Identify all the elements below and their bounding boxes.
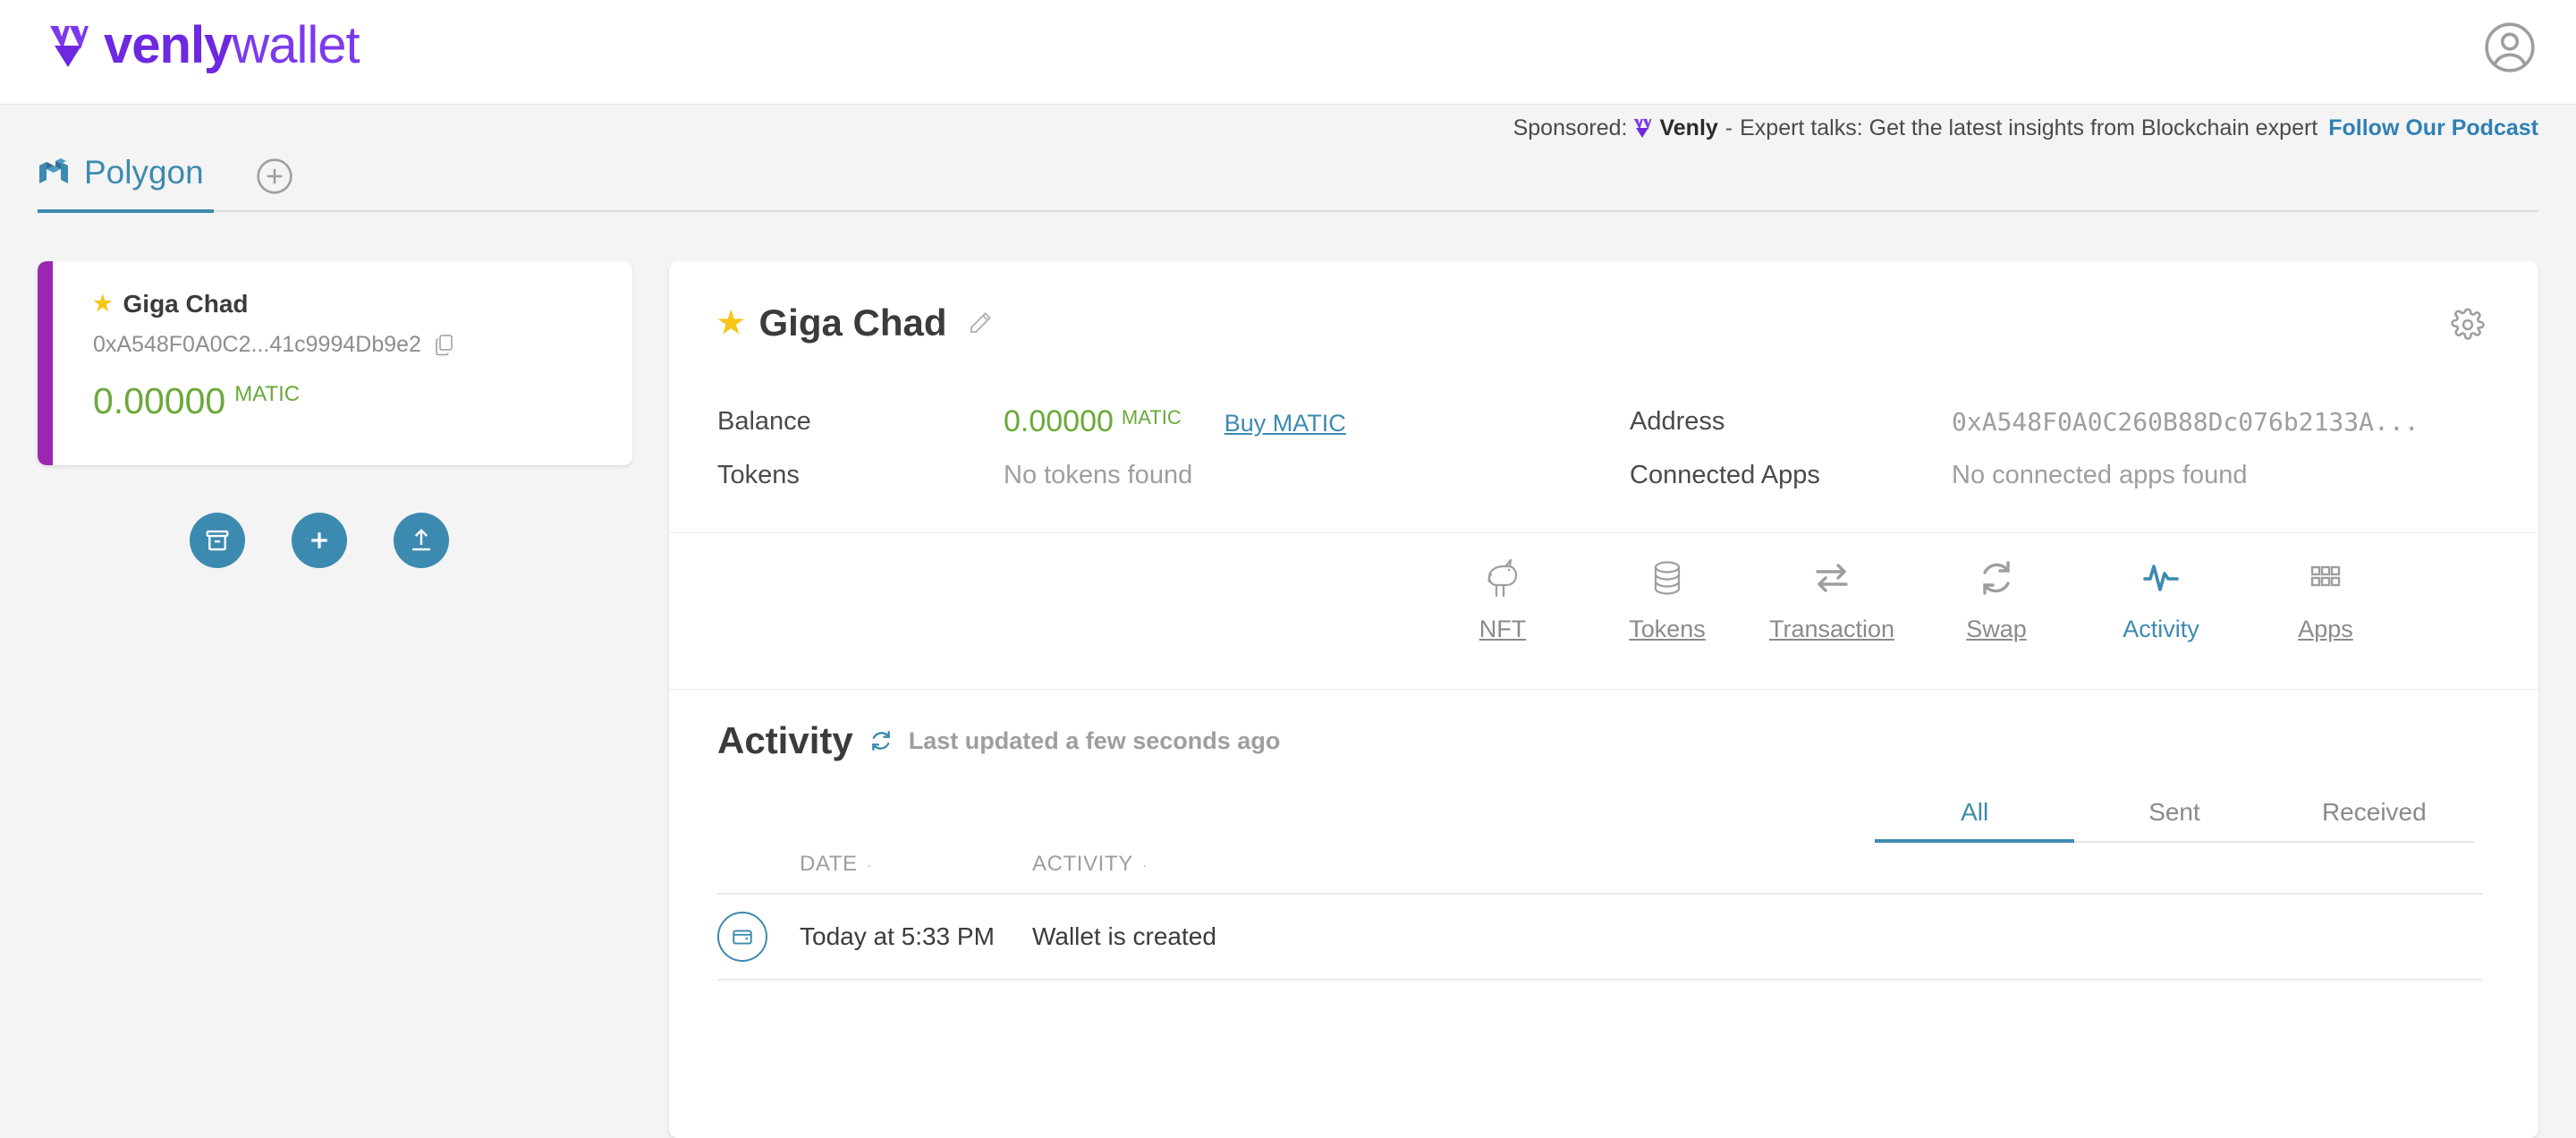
archive-box-icon [204, 527, 231, 554]
wallet-detail-header: ★ Giga Chad Balance 0.00000 MATIC Buy MA… [669, 261, 2538, 533]
tokens-label: Tokens [717, 461, 1004, 490]
sponsored-prefix: Sponsored: [1513, 115, 1628, 141]
filter-tab-sent[interactable]: Sent [2074, 798, 2274, 841]
activity-row-activity: Wallet is created [1032, 922, 2483, 951]
gear-icon [2451, 308, 2485, 342]
feature-tab-bar: NFT Tokens [669, 533, 2538, 690]
add-wallet-button[interactable] [292, 513, 347, 568]
activity-filter-tabs: All Sent Received [1875, 798, 2474, 843]
sort-indicator-icon: · [867, 856, 873, 874]
upload-icon [408, 527, 435, 554]
balance-label: Balance [717, 407, 1004, 437]
wallet-detail-card: ★ Giga Chad Balance 0.00000 MATIC Buy MA… [669, 261, 2538, 1138]
wallet-card-address: 0xA548F0A0C2...41c9994Db9e2 [93, 332, 421, 358]
column-header-activity[interactable]: ACTIVITY· [1032, 852, 2483, 877]
tab-swap[interactable]: Swap [1914, 555, 2079, 643]
export-button[interactable] [394, 513, 449, 568]
follow-podcast-link[interactable]: Follow Our Podcast [2328, 115, 2538, 141]
logo-text-light: wallet [232, 16, 359, 74]
tab-apps[interactable]: Apps [2243, 555, 2408, 643]
sponsored-banner: Sponsored: Venly - Expert talks: Get the… [0, 106, 2576, 150]
address-value: 0xA548F0A0C260B88Dc076b2133A... [1952, 407, 2419, 437]
coins-icon [1644, 555, 1690, 601]
pulse-icon [2138, 555, 2184, 601]
swap-refresh-icon [1973, 555, 2020, 601]
app-header: venlywallet [0, 0, 2576, 105]
activity-row-icon-badge [717, 912, 767, 962]
archive-button[interactable] [190, 513, 245, 568]
activity-heading-row: Activity Last updated a few seconds ago [717, 719, 1280, 762]
column-header-date[interactable]: DATE· [800, 852, 1032, 877]
wallet-card-title: ★ Giga Chad [93, 290, 632, 318]
wallet-icon [731, 925, 754, 948]
wallet-card-accent [38, 261, 53, 465]
chain-tab-bar: Polygon [0, 154, 2576, 215]
tab-label: Apps [2298, 616, 2353, 643]
sponsor-brand: Venly [1659, 115, 1717, 141]
venly-v-icon [47, 22, 89, 69]
venly-wallet-logo[interactable]: venlywallet [47, 20, 360, 72]
wallet-detail-name: Giga Chad [758, 301, 946, 344]
balance-value: 0.00000 [1004, 404, 1114, 439]
chain-tab-active-underline [38, 209, 214, 213]
tab-label: Transaction [1769, 616, 1894, 643]
chain-tab-label: Polygon [84, 154, 204, 191]
wallet-info-grid: Balance 0.00000 MATIC Buy MATIC Address … [717, 404, 2488, 490]
wallet-list-card[interactable]: ★ Giga Chad 0xA548F0A0C2...41c9994Db9e2 … [38, 261, 632, 465]
balance-value-group: 0.00000 MATIC [1004, 404, 1182, 439]
venly-v-icon [1632, 117, 1652, 139]
star-icon[interactable]: ★ [93, 293, 113, 315]
activity-heading: Activity [717, 719, 853, 762]
activity-table-header: DATE· ACTIVITY· [717, 852, 2483, 895]
wallet-settings-button[interactable] [2451, 308, 2485, 342]
filter-tab-all[interactable]: All [1875, 798, 2074, 841]
sponsor-dash: - [1725, 115, 1733, 141]
page-title: ★ Giga Chad [717, 301, 994, 344]
tab-nft[interactable]: NFT [1420, 555, 1585, 643]
tab-activity[interactable]: Activity [2079, 555, 2243, 643]
balance-symbol: MATIC [1122, 406, 1182, 429]
tab-label: Swap [1966, 616, 2027, 643]
connected-apps-label: Connected Apps [1630, 461, 1952, 490]
tab-transaction[interactable]: Transaction [1750, 555, 1914, 643]
refresh-icon[interactable] [869, 729, 893, 752]
wallet-card-balance-value: 0.00000 [93, 380, 225, 422]
chain-divider [38, 210, 2538, 212]
wallet-card-balance-symbol: MATIC [234, 382, 300, 407]
user-account-button[interactable] [2482, 20, 2538, 75]
filter-tab-received[interactable]: Received [2275, 798, 2474, 841]
wallet-card-name: Giga Chad [123, 290, 249, 318]
user-circle-icon [2482, 20, 2538, 75]
activity-table: DATE· ACTIVITY· Today at 5:33 PM Wallet … [717, 852, 2483, 981]
sort-indicator-icon: · [1142, 856, 1148, 874]
sponsor-message: Expert talks: Get the latest insights fr… [1740, 115, 2318, 141]
polygon-logo-icon [38, 157, 72, 189]
tab-label: Activity [2123, 616, 2199, 643]
buy-matic-link[interactable]: Buy MATIC [1224, 410, 1346, 437]
tab-tokens[interactable]: Tokens [1585, 555, 1750, 643]
plus-icon [306, 527, 333, 554]
copy-icon[interactable] [434, 334, 455, 357]
wallet-card-balance: 0.00000 MATIC [93, 380, 632, 422]
table-row[interactable]: Today at 5:33 PM Wallet is created [717, 895, 2483, 981]
add-chain-button[interactable] [255, 157, 294, 196]
activity-last-updated: Last updated a few seconds ago [909, 727, 1281, 755]
tab-label: Tokens [1629, 616, 1706, 643]
pencil-icon[interactable] [967, 310, 994, 336]
wallet-card-address-row: 0xA548F0A0C2...41c9994Db9e2 [93, 332, 632, 358]
tokens-value: No tokens found [1004, 461, 1630, 490]
star-icon[interactable]: ★ [717, 308, 744, 338]
plus-circle-icon [255, 157, 294, 196]
transfer-arrows-icon [1809, 555, 1855, 601]
address-label: Address [1630, 407, 1952, 437]
chain-tab-polygon[interactable]: Polygon [38, 154, 204, 202]
unicorn-icon [1479, 555, 1526, 601]
tab-label: NFT [1479, 616, 1526, 643]
activity-row-date: Today at 5:33 PM [800, 922, 1032, 951]
address-value-group: 0xA548F0A0C260B88Dc076b2133A... [1952, 407, 2435, 437]
connected-apps-value: No connected apps found [1952, 461, 2435, 490]
logo-text-bold: venly [104, 16, 232, 74]
grid-apps-icon [2302, 555, 2349, 601]
wallet-action-buttons [190, 513, 449, 568]
